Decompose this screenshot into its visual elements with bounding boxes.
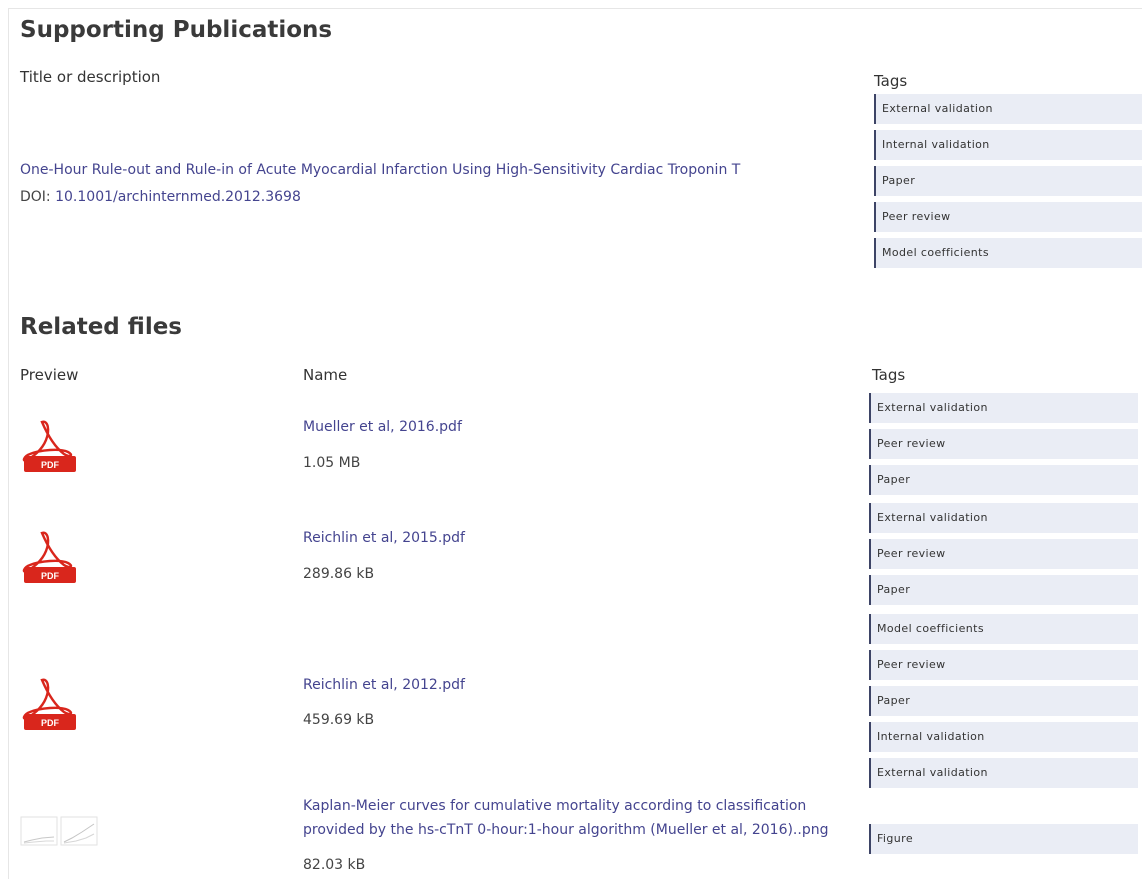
tag-peer-review[interactable]: Peer review xyxy=(869,539,1138,569)
doi-link[interactable]: 10.1001/archinternmed.2012.3698 xyxy=(55,189,301,205)
tag-figure[interactable]: Figure xyxy=(869,824,1138,854)
column-header-name: Name xyxy=(303,366,348,384)
image-thumbnail[interactable] xyxy=(20,814,100,848)
section-heading-publications: Supporting Publications xyxy=(20,17,333,43)
tag-external-validation[interactable]: External validation xyxy=(869,758,1138,788)
file-name-link[interactable]: Reichlin et al, 2015.pdf xyxy=(303,530,465,546)
tag-external-validation[interactable]: External validation xyxy=(874,94,1142,124)
doi-label: DOI: xyxy=(20,189,51,205)
pdf-badge-text: PDF xyxy=(41,460,60,470)
file-size: 289.86 kB xyxy=(303,566,375,582)
pdf-icon[interactable]: PDF xyxy=(20,527,80,587)
pdf-badge-text: PDF xyxy=(41,718,60,728)
file-size: 459.69 kB xyxy=(303,712,375,728)
tag-model-coefficients[interactable]: Model coefficients xyxy=(874,238,1142,268)
column-header-tags: Tags xyxy=(874,72,908,90)
pdf-icon[interactable]: PDF xyxy=(20,416,80,476)
file-name-link-line2[interactable]: provided by the hs-cTnT 0-hour:1-hour al… xyxy=(303,822,828,838)
tag-paper[interactable]: Paper xyxy=(869,686,1138,716)
file-name-link[interactable]: Mueller et al, 2016.pdf xyxy=(303,419,462,435)
pdf-icon[interactable]: PDF xyxy=(20,674,80,734)
tag-model-coefficients[interactable]: Model coefficients xyxy=(869,614,1138,644)
tag-paper[interactable]: Paper xyxy=(869,575,1138,605)
file-size: 82.03 kB xyxy=(303,857,366,873)
tag-peer-review[interactable]: Peer review xyxy=(869,650,1138,680)
tag-internal-validation[interactable]: Internal validation xyxy=(869,722,1138,752)
publication-title-link[interactable]: One-Hour Rule-out and Rule-in of Acute M… xyxy=(20,162,740,178)
column-header-preview: Preview xyxy=(20,366,79,384)
column-header-title: Title or description xyxy=(20,68,161,86)
publication-doi: DOI: 10.1001/archinternmed.2012.3698 xyxy=(20,189,301,205)
column-header-tags: Tags xyxy=(872,366,906,384)
tag-peer-review[interactable]: Peer review xyxy=(874,202,1142,232)
pdf-badge-text: PDF xyxy=(41,571,60,581)
tag-paper[interactable]: Paper xyxy=(874,166,1142,196)
tag-external-validation[interactable]: External validation xyxy=(869,503,1138,533)
section-heading-related-files: Related files xyxy=(20,314,182,340)
tag-paper[interactable]: Paper xyxy=(869,465,1138,495)
file-name-link-line1[interactable]: Kaplan-Meier curves for cumulative morta… xyxy=(303,798,806,814)
file-size: 1.05 MB xyxy=(303,455,361,471)
tag-peer-review[interactable]: Peer review xyxy=(869,429,1138,459)
file-name-link[interactable]: Reichlin et al, 2012.pdf xyxy=(303,677,465,693)
tag-internal-validation[interactable]: Internal validation xyxy=(874,130,1142,160)
tag-external-validation[interactable]: External validation xyxy=(869,393,1138,423)
